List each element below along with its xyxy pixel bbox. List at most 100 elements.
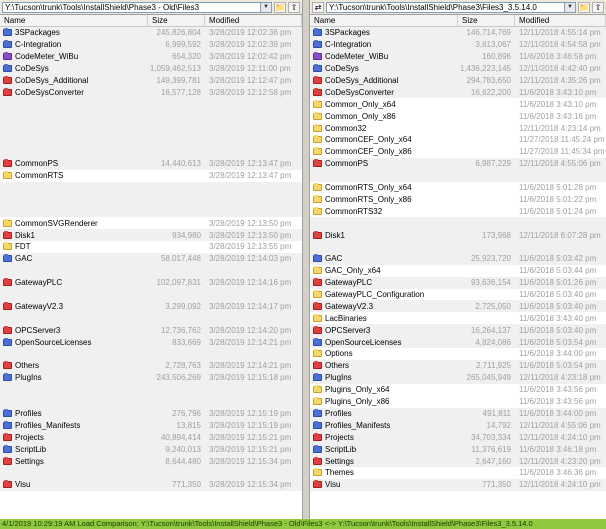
up-folder-icon[interactable]: ⇧	[288, 1, 300, 13]
table-row[interactable]: OPCServer3 12,736,762 3/28/2019 12:14:20 p…	[0, 324, 302, 337]
table-row[interactable]: CommonSVGRenderer 3/28/2019 12:13:50 pm	[0, 217, 302, 229]
table-row[interactable]: OpenSourceLicenses 833,669 3/28/2019 12:14…	[0, 336, 302, 349]
col-size-header[interactable]: Size	[458, 15, 515, 26]
modified-cell: 11/6/2018 3:46:36 pm	[519, 468, 597, 478]
table-row[interactable]: PlugIns 265,045,949 12/11/2018 4:23:18 pm	[310, 371, 606, 384]
table-row[interactable]: CodeMeter_WiBu 160,896 11/6/2018 3:46:58 p…	[310, 50, 606, 63]
table-row[interactable]: OpenSourceLicenses 4,824,086 11/6/2018 5:0…	[310, 336, 606, 349]
table-row[interactable]: ScriptLib 9,240,013 3/28/2019 12:15:21 pm	[0, 443, 302, 456]
table-row[interactable]: Plugins_Only_x86 11/6/2018 3:43:56 pm	[310, 396, 606, 408]
browse-folder-icon[interactable]: 📁	[274, 1, 286, 13]
table-row[interactable]: GatewayV2.3 3,299,092 3/28/2019 12:14:17 p…	[0, 300, 302, 313]
pane-splitter[interactable]	[302, 0, 310, 519]
table-row[interactable]: Others 2,711,925 11/6/2018 5:03:54 pm	[310, 359, 606, 372]
table-row[interactable]: Settings 2,647,160 12/11/2018 4:23:20 pm	[310, 455, 606, 467]
right-path-field[interactable]: Y:\Tucson\trunk\Tools\InstallShield\Phas…	[326, 1, 576, 13]
table-row[interactable]: Disk1 934,980 3/28/2019 12:13:50 pm	[0, 229, 302, 242]
table-row[interactable]: OPCServer3 16,264,137 11/6/2018 5:03:40 pm	[310, 324, 606, 337]
table-row[interactable]: Common_Only_x64 11/6/2018 3:43:10 pm	[310, 98, 606, 110]
table-row[interactable]: CommonRTS_Only_x86 11/6/2018 5:01:22 pm	[310, 193, 606, 205]
empty-row	[0, 264, 302, 277]
table-row[interactable]: Projects 40,894,414 3/28/2019 12:15:21 pm	[0, 431, 302, 444]
table-row[interactable]: FDT 3/28/2019 12:13:55 pm	[0, 241, 302, 253]
table-row[interactable]: Disk1 173,968 12/11/2018 6:07:28 pm	[310, 229, 606, 242]
empty-row	[0, 288, 302, 301]
folder-icon	[313, 254, 322, 263]
table-row[interactable]: C-Integration 6,999,592 3/28/2019 12:02:39…	[0, 38, 302, 51]
name-cell: GatewayPLC	[0, 278, 148, 287]
table-row[interactable]: CodeMeter_WiBu 654,320 3/28/2019 12:02:42 …	[0, 50, 302, 63]
table-row[interactable]: CoDeSys 1,436,223,145 12/11/2018 4:42:40 p…	[310, 62, 606, 75]
table-row[interactable]: CoDeSysConverter 16,577,128 3/28/2019 12:1…	[0, 86, 302, 99]
table-row[interactable]: Plugins_Only_x64 11/6/2018 3:43:56 pm	[310, 384, 606, 396]
table-row[interactable]: GatewayPLC 102,097,831 3/28/2019 12:14:16 …	[0, 276, 302, 289]
modified-cell: 12/11/2018 4:24:10 pm	[519, 480, 601, 490]
col-name-header[interactable]: Name	[0, 15, 148, 26]
table-row[interactable]: Projects 34,703,334 12/11/2018 4:24:10 pm	[310, 431, 606, 444]
table-row[interactable]: CommonRTS32 11/6/2018 5:01:24 pm	[310, 205, 606, 217]
modified-cell: 3/28/2019 12:14:16 pm	[209, 278, 292, 288]
left-path-field[interactable]: Y:\Tucson\trunk\Tools\InstallShield\Phas…	[2, 1, 272, 13]
col-size-header[interactable]: Size	[148, 15, 205, 26]
left-file-list: 3SPackages 245,826,804 3/28/2019 12:02:36 …	[0, 27, 302, 491]
table-row[interactable]: Visu 771,350 3/28/2019 12:15:34 pm	[0, 478, 302, 491]
col-modified-header[interactable]: Modified	[515, 15, 606, 26]
table-row[interactable]: Profiles 491,811 11/6/2018 3:44:00 pm	[310, 407, 606, 420]
col-name-header[interactable]: Name	[310, 15, 458, 26]
table-row[interactable]: Common32 12/11/2018 4:23:14 pm	[310, 122, 606, 134]
chevron-down-icon[interactable]: ▼	[260, 2, 271, 12]
modified-cell: 3/28/2019 12:14:20 pm	[209, 325, 292, 335]
table-row[interactable]: Settings 8,644,480 3/28/2019 12:15:34 pm	[0, 455, 302, 467]
col-modified-header[interactable]: Modified	[205, 15, 302, 26]
swap-sides-icon[interactable]: ⇄	[312, 1, 324, 13]
table-row[interactable]: ScriptLib 11,376,619 11/6/2018 3:46:18 pm	[310, 443, 606, 456]
folder-icon	[313, 99, 322, 108]
up-folder-icon[interactable]: ⇧	[592, 1, 604, 13]
table-row[interactable]: 3SPackages 245,826,804 3/28/2019 12:02:36 …	[0, 27, 302, 39]
chevron-down-icon[interactable]: ▼	[564, 2, 575, 12]
folder-icon	[3, 373, 12, 382]
size-cell: 11,376,619	[471, 444, 511, 454]
folder-icon	[3, 159, 12, 168]
table-row[interactable]: Visu 771,350 12/11/2018 4:24:10 pm	[310, 478, 606, 491]
modified-cell: 11/6/2018 5:03:40 pm	[519, 301, 597, 311]
modified-cell: 12/11/2018 4:23:18 pm	[519, 373, 601, 383]
table-row[interactable]: CoDeSysConverter 16,622,200 11/6/2018 3:43…	[310, 86, 606, 99]
browse-folder-icon[interactable]: 📁	[578, 1, 590, 13]
table-row[interactable]: C-Integration 3,613,067 12/11/2018 4:54:58…	[310, 38, 606, 51]
name-cell: 3SPackages	[310, 28, 458, 37]
table-row[interactable]: GAC_Only_x64 11/6/2018 5:03:44 pm	[310, 265, 606, 277]
table-row[interactable]: GAC 25,923,720 11/6/2018 5:03:42 pm	[310, 252, 606, 265]
table-row[interactable]: 3SPackages 146,714,769 12/11/2018 4:55:14 …	[310, 27, 606, 39]
table-row[interactable]: Others 2,728,763 3/28/2019 12:14:21 pm	[0, 359, 302, 372]
table-row[interactable]: Profiles_Manifests 14,792 12/11/2018 4:55:…	[310, 419, 606, 432]
table-row[interactable]: CommonCEF_Only_x64 11/27/2018 11:45:24 pm	[310, 134, 606, 146]
table-row[interactable]: LacBinaries 11/6/2018 3:43:40 pm	[310, 312, 606, 324]
table-row[interactable]: CommonPS 6,987,229 12/11/2018 4:55:06 pm	[310, 157, 606, 170]
table-row[interactable]: Common_Only_x86 11/6/2018 3:43:16 pm	[310, 110, 606, 122]
table-row[interactable]: GAC 58,017,448 3/28/2019 12:14:03 pm	[0, 252, 302, 265]
table-row[interactable]: Profiles 276,796 3/28/2019 12:15:19 pm	[0, 407, 302, 420]
folder-icon	[3, 325, 12, 334]
table-row[interactable]: PlugIns 243,506,269 3/28/2019 12:15:18 pm	[0, 371, 302, 384]
table-row[interactable]: GatewayV2.3 2,725,050 11/6/2018 5:03:40 pm	[310, 300, 606, 313]
table-row[interactable]: Profiles_Manifests 13,815 3/28/2019 12:15:…	[0, 419, 302, 432]
name-cell: 3SPackages	[0, 28, 148, 37]
table-row[interactable]: Themes 11/6/2018 3:46:36 pm	[310, 467, 606, 479]
table-row[interactable]: CoDeSys 1,059,462,513 3/28/2019 12:11:00 p…	[0, 62, 302, 75]
table-row[interactable]: CommonPS 14,440,613 3/28/2019 12:13:47 pm	[0, 157, 302, 170]
table-row[interactable]: Options 11/6/2018 3:44:00 pm	[310, 348, 606, 360]
modified-cell: 11/6/2018 5:03:40 pm	[519, 290, 597, 300]
empty-row	[0, 122, 302, 135]
table-row[interactable]: CoDeSys_Additional 149,399,781 3/28/2019 1…	[0, 74, 302, 87]
modified-cell: 11/6/2018 5:01:28 pm	[519, 183, 597, 193]
table-row[interactable]: CommonCEF_Only_x86 11/27/2018 11:45:34 pm	[310, 146, 606, 158]
size-cell: 934,980	[172, 230, 201, 240]
name-cell: CommonPS	[0, 159, 148, 168]
table-row[interactable]: CommonRTS_Only_x64 11/6/2018 5:01:28 pm	[310, 182, 606, 194]
table-row[interactable]: CommonRTS 3/28/2019 12:13:47 pm	[0, 170, 302, 182]
table-row[interactable]: GatewayPLC_Configuration 11/6/2018 5:03:4…	[310, 289, 606, 301]
modified-cell: 3/28/2019 12:15:19 pm	[209, 420, 292, 430]
table-row[interactable]: GatewayPLC 93,636,154 11/6/2018 5:01:26 pm	[310, 276, 606, 289]
table-row[interactable]: CoDeSys_Additional 294,783,650 12/11/2018 …	[310, 74, 606, 87]
